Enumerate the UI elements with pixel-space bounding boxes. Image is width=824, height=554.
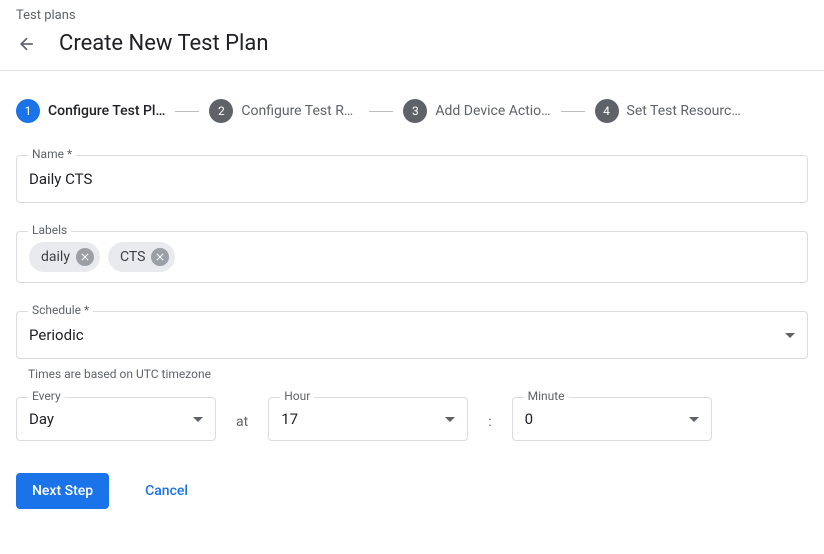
step-3[interactable]: 3 Add Device Actio… xyxy=(403,99,550,123)
schedule-hint: Times are based on UTC timezone xyxy=(16,367,808,381)
chip-text: CTS xyxy=(120,249,145,265)
chevron-down-icon xyxy=(689,417,699,422)
every-select[interactable]: Day xyxy=(16,397,216,441)
chevron-down-icon xyxy=(193,417,203,422)
name-label: Name * xyxy=(28,147,76,161)
step-1-label: Configure Test Pl… xyxy=(48,103,165,119)
stepper: 1 Configure Test Pl… 2 Configure Test Ru… xyxy=(16,99,808,123)
labels-label: Labels xyxy=(28,223,71,237)
schedule-value: Periodic xyxy=(29,326,84,344)
step-2-circle: 2 xyxy=(209,99,233,123)
chip-cts: CTS xyxy=(108,242,175,272)
minute-value: 0 xyxy=(525,410,533,428)
arrow-left-icon xyxy=(17,34,37,54)
chevron-down-icon xyxy=(785,333,795,338)
close-icon xyxy=(79,251,91,263)
step-connector xyxy=(369,111,393,112)
step-2[interactable]: 2 Configure Test Ru… xyxy=(209,99,359,123)
every-label: Every xyxy=(28,389,65,403)
schedule-select[interactable]: Periodic xyxy=(16,311,808,359)
chip-remove-button[interactable] xyxy=(151,248,169,266)
step-1[interactable]: 1 Configure Test Pl… xyxy=(16,99,165,123)
name-input[interactable] xyxy=(16,155,808,203)
chip-remove-button[interactable] xyxy=(76,248,94,266)
minute-select[interactable]: 0 xyxy=(512,397,712,441)
step-4[interactable]: 4 Set Test Resourc… xyxy=(595,99,741,123)
step-4-circle: 4 xyxy=(595,99,619,123)
chevron-down-icon xyxy=(445,417,455,422)
step-4-label: Set Test Resourc… xyxy=(627,103,741,119)
step-2-label: Configure Test Ru… xyxy=(241,103,359,119)
hour-label: Hour xyxy=(280,389,314,403)
close-icon xyxy=(154,251,166,263)
at-separator: at xyxy=(236,408,248,430)
back-button[interactable] xyxy=(15,32,39,56)
minute-label: Minute xyxy=(524,389,569,403)
step-1-circle: 1 xyxy=(16,99,40,123)
colon-separator: : xyxy=(488,408,491,430)
step-3-circle: 3 xyxy=(403,99,427,123)
hour-value: 17 xyxy=(281,410,298,428)
schedule-label: Schedule * xyxy=(28,303,93,317)
next-step-button[interactable]: Next Step xyxy=(16,473,109,509)
page-title: Create New Test Plan xyxy=(59,31,269,56)
hour-select[interactable]: 17 xyxy=(268,397,468,441)
chip-daily: daily xyxy=(29,242,100,272)
step-connector xyxy=(561,111,585,112)
step-connector xyxy=(175,111,199,112)
chip-text: daily xyxy=(41,249,70,265)
step-3-label: Add Device Actio… xyxy=(435,103,550,119)
every-value: Day xyxy=(29,410,54,428)
cancel-button[interactable]: Cancel xyxy=(145,483,188,499)
breadcrumb[interactable]: Test plans xyxy=(16,8,808,23)
labels-input[interactable]: daily CTS xyxy=(16,231,808,283)
